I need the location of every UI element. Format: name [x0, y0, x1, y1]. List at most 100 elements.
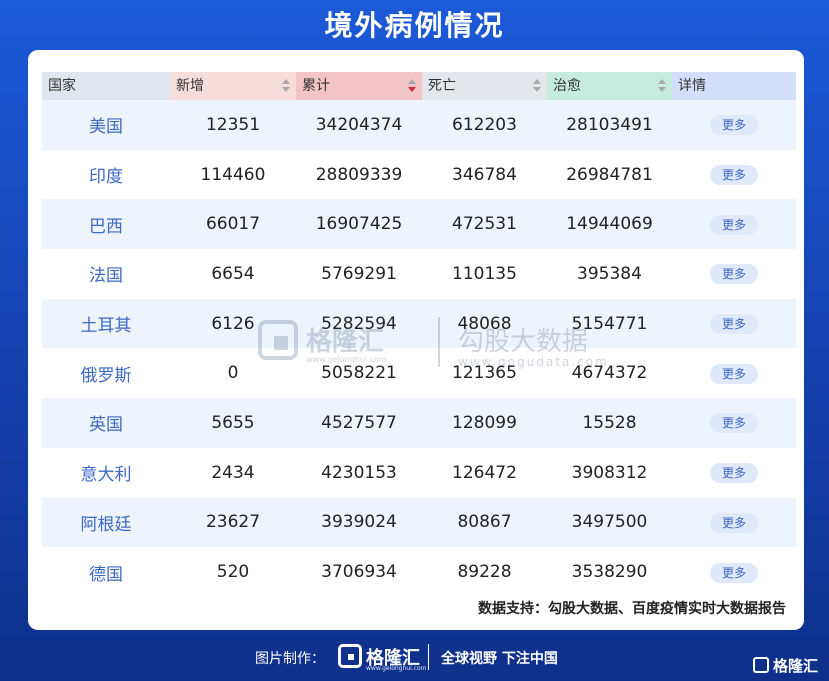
details-cell: 更多	[672, 263, 796, 285]
watermark-brand-url: www.gelonghui.com	[306, 355, 387, 364]
column-header-label: 详情	[678, 78, 706, 94]
details-cell: 更多	[672, 214, 796, 235]
details-cell: 更多	[672, 412, 796, 434]
more-button[interactable]: 更多	[710, 165, 758, 186]
country-cell[interactable]: 土耳其	[42, 311, 170, 336]
sort-icon[interactable]	[533, 79, 541, 93]
total-cases-cell: 28809339	[315, 164, 403, 185]
sort-icon[interactable]	[282, 79, 290, 93]
country-cell[interactable]: 巴西	[42, 212, 170, 237]
footer-divider	[428, 644, 429, 670]
corner-brand: 格隆汇	[753, 653, 823, 677]
deaths-cell: 128099	[452, 412, 517, 433]
table-row: 意大利 2434 4230153 126472 3908312 更多	[42, 447, 796, 498]
cured-cell: 28103491	[566, 114, 653, 135]
total-cases-cell: 16907425	[315, 214, 403, 235]
column-header-1[interactable]: 新增	[170, 72, 296, 100]
footer: 图片制作： 格隆汇 www.gelonghui.com 全球视野 下注中国	[0, 640, 829, 676]
new-cases-cell: 6654	[211, 263, 255, 284]
table-row: 美国 12351 34204374 612203 28103491 更多	[42, 100, 796, 150]
deaths-cell: 126472	[452, 462, 517, 483]
deaths-cell: 80867	[457, 512, 512, 533]
details-cell: 更多	[672, 363, 796, 384]
deaths-cell: 612203	[452, 114, 517, 135]
more-button[interactable]: 更多	[710, 214, 758, 235]
column-header-label: 新增	[176, 78, 204, 94]
watermark: 格隆汇 www.gelonghui.com 勾股大数据 www.gogudata…	[258, 315, 618, 375]
country-cell[interactable]: 意大利	[42, 460, 170, 485]
brand-logo-icon	[338, 644, 362, 668]
column-header-label: 国家	[48, 78, 76, 94]
column-header-2[interactable]: 累计	[296, 72, 422, 100]
data-card: 国家 新增 累计 死亡 治愈 详情 美国 12351 34204374 612203 281034…	[28, 50, 804, 630]
total-cases-cell: 4230153	[321, 462, 397, 483]
country-cell[interactable]: 法国	[42, 261, 170, 286]
details-cell: 更多	[672, 313, 796, 335]
column-header-label: 累计	[302, 78, 330, 94]
table-header: 国家 新增 累计 死亡 治愈 详情	[42, 72, 796, 100]
table-row: 印度 114460 28809339 346784 26984781 更多	[42, 149, 796, 200]
watermark-divider	[438, 317, 440, 367]
sort-icon[interactable]	[408, 79, 416, 93]
watermark-partner-url: www.gogudata.com	[458, 355, 609, 369]
new-cases-cell: 520	[216, 562, 250, 583]
more-button[interactable]: 更多	[710, 264, 758, 285]
more-button[interactable]: 更多	[710, 512, 758, 533]
country-cell[interactable]: 阿根廷	[42, 510, 170, 535]
column-header-label: 死亡	[428, 78, 456, 94]
total-cases-cell: 5769291	[321, 263, 397, 284]
country-cell[interactable]: 英国	[42, 410, 170, 435]
more-button[interactable]: 更多	[710, 463, 758, 484]
new-cases-cell: 12351	[205, 114, 261, 135]
more-button[interactable]: 更多	[710, 562, 758, 583]
deaths-cell: 472531	[452, 214, 517, 235]
deaths-cell: 110135	[452, 263, 517, 284]
cured-cell: 3908312	[571, 462, 648, 483]
deaths-cell: 346784	[452, 164, 517, 185]
new-cases-cell: 114460	[200, 164, 266, 185]
cured-cell: 15528	[582, 412, 637, 433]
table-row: 英国 5655 4527577 128099 15528 更多	[42, 398, 796, 448]
watermark-partner: 勾股大数据	[458, 327, 589, 357]
cured-cell: 26984781	[566, 164, 653, 185]
column-header-3[interactable]: 死亡	[422, 72, 547, 100]
country-cell[interactable]: 印度	[42, 162, 170, 187]
details-cell: 更多	[672, 114, 796, 136]
cured-cell: 395384	[577, 263, 642, 284]
column-header-label: 治愈	[553, 78, 581, 94]
table-row: 巴西 66017 16907425 472531 14944069 更多	[42, 199, 796, 250]
more-button[interactable]: 更多	[710, 314, 758, 335]
country-cell[interactable]: 美国	[42, 112, 170, 137]
table-row: 德国 520 3706934 89228 3538290 更多	[42, 547, 796, 597]
page-title: 境外病例情况	[324, 9, 505, 42]
table-row: 阿根廷 23627 3939024 80867 3497500 更多	[42, 497, 796, 548]
deaths-cell: 89228	[457, 562, 512, 583]
column-header-4[interactable]: 治愈	[547, 72, 672, 100]
total-cases-cell: 3706934	[321, 562, 397, 583]
country-cell[interactable]: 德国	[42, 560, 170, 585]
country-cell[interactable]: 俄罗斯	[42, 361, 170, 386]
corner-brand-text: 格隆汇	[773, 657, 819, 675]
cured-cell: 3497500	[571, 512, 648, 533]
more-button[interactable]: 更多	[710, 363, 758, 384]
data-source-note: 数据支持：勾股大数据、百度疫情实时大数据报告	[478, 601, 786, 617]
more-button[interactable]: 更多	[710, 115, 758, 136]
new-cases-cell: 23627	[205, 512, 261, 533]
total-cases-cell: 4527577	[321, 412, 397, 433]
brand-logo-icon	[753, 657, 769, 673]
watermark-brand: 格隆汇	[306, 327, 385, 357]
total-cases-cell: 34204374	[315, 114, 403, 135]
column-header-5: 详情	[672, 72, 796, 100]
sort-icon[interactable]	[658, 79, 666, 93]
footer-slogan: 全球视野 下注中国	[441, 651, 558, 667]
more-button[interactable]: 更多	[710, 413, 758, 434]
new-cases-cell: 5655	[211, 412, 255, 433]
brand-logo-icon	[258, 320, 298, 360]
table-row: 法国 6654 5769291 110135 395384 更多	[42, 249, 796, 299]
footer-label: 图片制作：	[255, 651, 325, 667]
cured-cell: 14944069	[566, 214, 653, 235]
footer-brand-url: www.gelonghui.com	[366, 665, 427, 672]
details-cell: 更多	[672, 562, 796, 583]
details-cell: 更多	[672, 164, 796, 186]
details-cell: 更多	[672, 462, 796, 484]
